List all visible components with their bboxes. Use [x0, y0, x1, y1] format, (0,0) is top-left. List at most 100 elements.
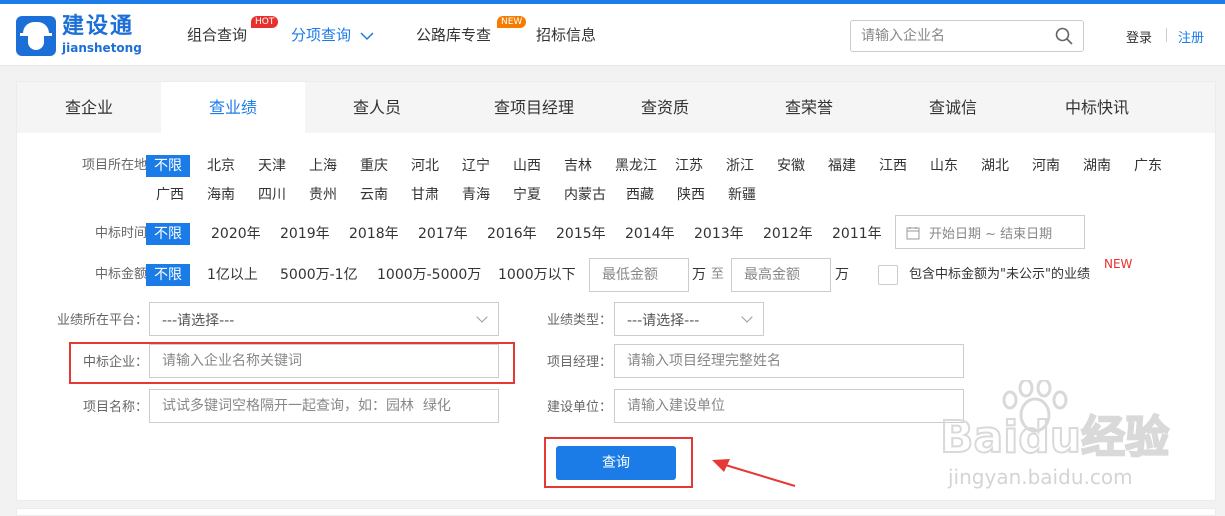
- builder-input[interactable]: [615, 390, 963, 422]
- tab-honor[interactable]: 查荣誉: [759, 82, 859, 133]
- new-tag: NEW: [1104, 257, 1133, 271]
- nav-tender-info[interactable]: 招标信息: [536, 25, 596, 45]
- location-option[interactable]: 江苏: [675, 155, 703, 177]
- header: 建设通 jianshetong 组合查询 HOT 分项查询 公路库专查 NEW …: [0, 4, 1225, 66]
- location-option[interactable]: 海南: [207, 184, 235, 206]
- nav-label: 分项查询: [291, 26, 352, 44]
- amount-option[interactable]: 不限: [146, 264, 190, 286]
- tab-personnel[interactable]: 查人员: [305, 82, 449, 133]
- amount-option[interactable]: 1000万-5000万: [377, 264, 481, 286]
- location-option[interactable]: 北京: [207, 155, 235, 177]
- location-label: 项目所在地：: [81, 158, 160, 173]
- tab-performance[interactable]: 查业绩: [161, 82, 305, 133]
- location-option[interactable]: 黑龙江: [615, 155, 657, 177]
- location-option[interactable]: 新疆: [728, 184, 756, 206]
- perf-type-select[interactable]: ---请选择---: [614, 302, 764, 336]
- tab-bar: 查企业 查业绩 查人员 查项目经理 查资质 查荣誉 查诚信 中标快讯: [17, 82, 1215, 133]
- location-option[interactable]: 内蒙古: [564, 184, 606, 206]
- tab-qualification[interactable]: 查资质: [619, 82, 711, 133]
- location-option[interactable]: 云南: [360, 184, 388, 206]
- location-option[interactable]: 西藏: [626, 184, 654, 206]
- time-option[interactable]: 2014年: [625, 223, 675, 245]
- amount-option[interactable]: 1000万以下: [498, 264, 576, 286]
- tab-credit[interactable]: 查诚信: [903, 82, 1003, 133]
- location-option[interactable]: 湖南: [1083, 155, 1111, 177]
- location-option[interactable]: 河北: [411, 155, 439, 177]
- location-option[interactable]: 上海: [309, 155, 337, 177]
- login-link[interactable]: 登录: [1126, 27, 1152, 46]
- perf-type-label: 业绩类型：: [546, 313, 612, 328]
- project-name-input[interactable]: [150, 390, 498, 422]
- time-option[interactable]: 2017年: [418, 223, 468, 245]
- platform-select[interactable]: ---请选择---: [149, 302, 499, 336]
- worker-helmet-icon: [16, 16, 56, 56]
- calendar-icon: [906, 227, 920, 240]
- max-amount-input[interactable]: [732, 259, 830, 291]
- platform-label: 业绩所在平台：: [56, 313, 148, 328]
- company-search-input[interactable]: [851, 21, 1046, 51]
- location-option[interactable]: 甘肃: [411, 184, 439, 206]
- location-option[interactable]: 辽宁: [462, 155, 490, 177]
- chevron-down-icon: [360, 31, 374, 40]
- undisclosed-amount-checkbox[interactable]: [878, 265, 898, 285]
- location-option[interactable]: 福建: [828, 155, 856, 177]
- date-range-placeholder: 开始日期 ~ 结束日期: [929, 227, 1053, 242]
- divider: [1166, 28, 1167, 42]
- date-range-field[interactable]: 开始日期 ~ 结束日期: [895, 215, 1085, 249]
- location-option[interactable]: 重庆: [360, 155, 388, 177]
- location-option[interactable]: 山东: [930, 155, 958, 177]
- time-option[interactable]: 2016年: [487, 223, 537, 245]
- location-option[interactable]: 宁夏: [513, 184, 541, 206]
- amount-label: 中标金额：: [94, 267, 160, 282]
- time-option[interactable]: 2020年: [211, 223, 261, 245]
- time-option[interactable]: 2019年: [280, 223, 330, 245]
- tab-bid-news[interactable]: 中标快讯: [1047, 82, 1147, 133]
- location-option[interactable]: 浙江: [726, 155, 754, 177]
- location-option[interactable]: 山西: [513, 155, 541, 177]
- builder-label: 建设单位：: [546, 400, 612, 415]
- logo[interactable]: 建设通 jianshetong: [16, 14, 156, 60]
- location-option[interactable]: 安徽: [777, 155, 805, 177]
- time-option[interactable]: 2011年: [832, 223, 882, 245]
- amount-unit: 万: [692, 267, 706, 283]
- time-label: 中标时间：: [94, 226, 160, 241]
- nav-combined-query[interactable]: 组合查询: [187, 25, 247, 45]
- location-option[interactable]: 江西: [879, 155, 907, 177]
- location-option[interactable]: 天津: [258, 155, 286, 177]
- amount-option[interactable]: 1亿以上: [207, 264, 258, 286]
- location-option[interactable]: 湖北: [981, 155, 1009, 177]
- nav-itemized-query[interactable]: 分项查询: [291, 25, 374, 45]
- time-option[interactable]: 2013年: [694, 223, 744, 245]
- undisclosed-amount-label: 包含中标金额为"未公示"的业绩: [909, 267, 1090, 282]
- nav-highway-query[interactable]: 公路库专查: [416, 25, 491, 45]
- tab-company[interactable]: 查企业: [17, 82, 161, 133]
- platform-select-value: ---请选择---: [162, 313, 235, 329]
- location-option[interactable]: 广西: [156, 184, 184, 206]
- time-option[interactable]: 2018年: [349, 223, 399, 245]
- chevron-down-icon: [741, 311, 753, 323]
- location-option[interactable]: 吉林: [564, 155, 592, 177]
- company-search-box: [850, 20, 1084, 52]
- hot-badge: HOT: [251, 16, 279, 28]
- manager-label: 项目经理：: [546, 355, 612, 370]
- location-option[interactable]: 不限: [146, 155, 190, 177]
- location-option[interactable]: 陕西: [677, 184, 705, 206]
- time-option[interactable]: 2012年: [763, 223, 813, 245]
- location-option[interactable]: 青海: [462, 184, 490, 206]
- time-option[interactable]: 2015年: [556, 223, 606, 245]
- location-option[interactable]: 四川: [258, 184, 286, 206]
- new-badge: NEW: [497, 16, 527, 28]
- amount-option[interactable]: 5000万-1亿: [280, 264, 358, 286]
- location-option[interactable]: 贵州: [309, 184, 337, 206]
- location-option[interactable]: 河南: [1032, 155, 1060, 177]
- time-option[interactable]: 不限: [146, 223, 190, 245]
- search-icon[interactable]: [1055, 27, 1073, 45]
- manager-input[interactable]: [615, 345, 963, 377]
- register-link[interactable]: 注册: [1178, 27, 1204, 46]
- amount-to: 至: [711, 267, 725, 282]
- logo-title: 建设通: [62, 14, 135, 39]
- annotation-arrow-icon: [712, 459, 796, 487]
- location-option[interactable]: 广东: [1134, 155, 1162, 177]
- min-amount-input[interactable]: [590, 259, 688, 291]
- tab-project-manager[interactable]: 查项目经理: [449, 82, 619, 133]
